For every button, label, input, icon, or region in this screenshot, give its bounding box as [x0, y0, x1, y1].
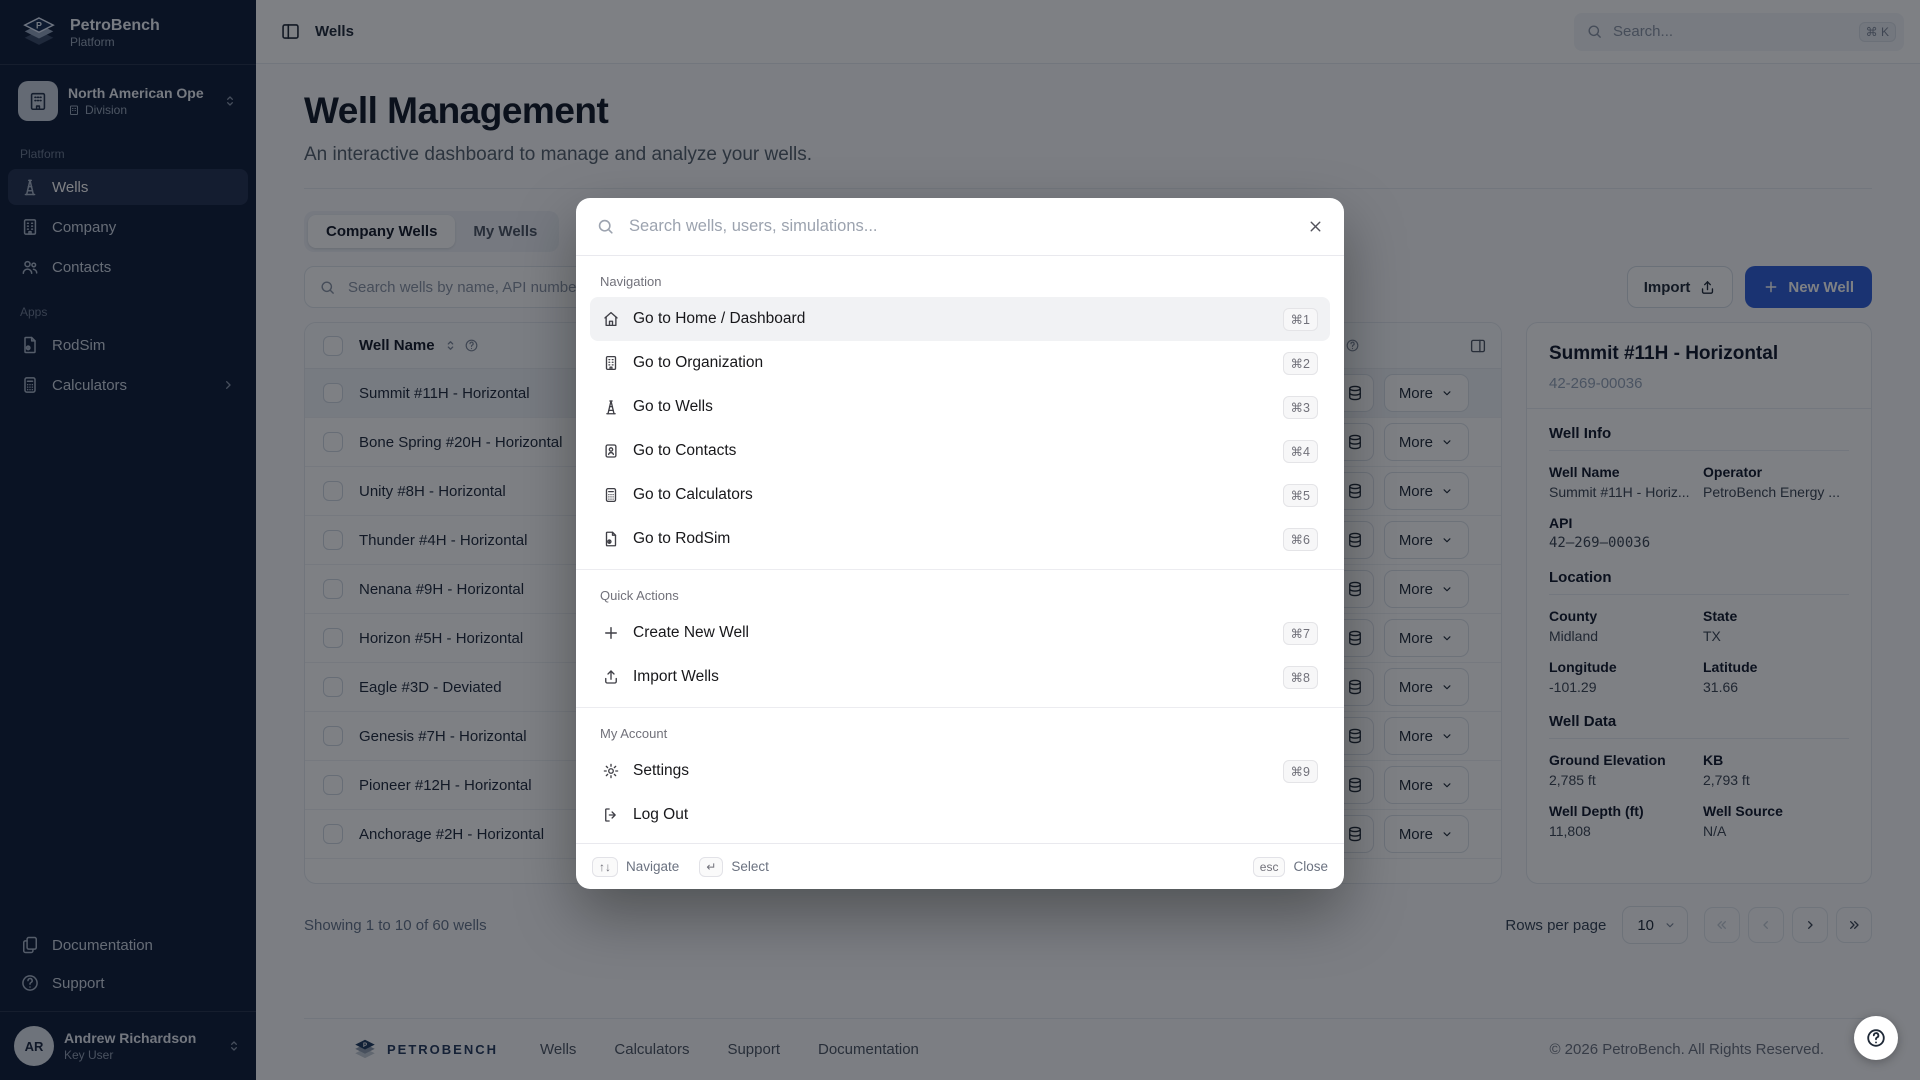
navigate-kbd: ↑↓ — [592, 857, 618, 877]
command-palette-footer: ↑↓ Navigate ↵ Select esc Close — [576, 843, 1344, 889]
upload-icon — [602, 668, 620, 686]
command-go-contacts[interactable]: Go to Contacts ⌘4 — [590, 429, 1330, 473]
command-palette: Navigation Go to Home / Dashboard ⌘1 Go … — [576, 198, 1344, 889]
command-palette-search — [576, 198, 1344, 256]
select-label: Select — [731, 859, 769, 874]
group-quick-actions: Quick Actions — [590, 578, 1330, 611]
command-go-organization[interactable]: Go to Organization ⌘2 — [590, 341, 1330, 385]
shortcut-kbd: ⌘3 — [1283, 396, 1318, 419]
shortcut-kbd: ⌘7 — [1283, 622, 1318, 645]
organization-icon — [602, 354, 620, 372]
help-circle-icon — [1865, 1027, 1887, 1049]
command-settings[interactable]: Settings ⌘9 — [590, 749, 1330, 793]
derrick-icon — [602, 398, 620, 416]
command-go-rodsim[interactable]: Go to RodSim ⌘6 — [590, 517, 1330, 561]
close-label: Close — [1293, 859, 1328, 874]
gear-icon — [602, 762, 620, 780]
command-go-calculators[interactable]: Go to Calculators ⌘5 — [590, 473, 1330, 517]
navigate-label: Navigate — [626, 859, 679, 874]
help-fab-button[interactable] — [1854, 1016, 1898, 1060]
contact-card-icon — [602, 442, 620, 460]
calculator-icon — [602, 486, 620, 504]
shortcut-kbd: ⌘6 — [1283, 528, 1318, 551]
command-go-wells[interactable]: Go to Wells ⌘3 — [590, 385, 1330, 429]
shortcut-kbd: ⌘2 — [1283, 352, 1318, 375]
home-icon — [602, 310, 620, 328]
shortcut-kbd: ⌘4 — [1283, 440, 1318, 463]
rodsim-file-icon — [602, 530, 620, 548]
shortcut-kbd: ⌘1 — [1283, 308, 1318, 331]
search-icon — [596, 217, 615, 236]
shortcut-kbd: ⌘8 — [1283, 666, 1318, 689]
close-icon[interactable] — [1307, 218, 1324, 235]
shortcut-kbd: ⌘5 — [1283, 484, 1318, 507]
command-log-out[interactable]: Log Out — [590, 793, 1330, 837]
command-palette-input[interactable] — [627, 216, 1295, 237]
plus-icon — [602, 624, 620, 642]
command-create-new-well[interactable]: Create New Well ⌘7 — [590, 611, 1330, 655]
select-kbd: ↵ — [699, 857, 723, 877]
esc-kbd: esc — [1253, 857, 1286, 877]
group-my-account: My Account — [590, 716, 1330, 749]
logout-icon — [602, 806, 620, 824]
command-go-home[interactable]: Go to Home / Dashboard ⌘1 — [590, 297, 1330, 341]
group-navigation: Navigation — [590, 264, 1330, 297]
shortcut-kbd: ⌘9 — [1283, 760, 1318, 783]
command-import-wells[interactable]: Import Wells ⌘8 — [590, 655, 1330, 699]
